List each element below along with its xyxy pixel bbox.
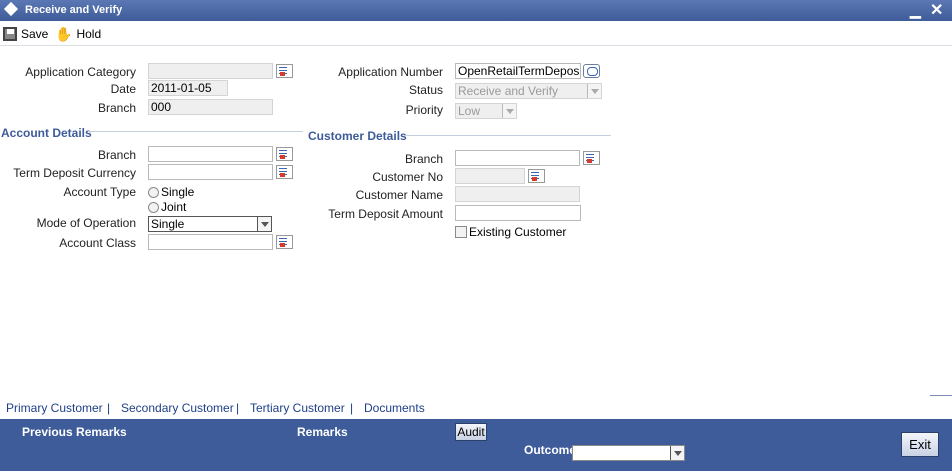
term-deposit-currency-lov-icon[interactable] — [276, 165, 293, 179]
date-field[interactable]: 2011-01-05 — [148, 80, 228, 96]
mode-of-operation-label: Mode of Operation — [36, 216, 136, 230]
customer-no-field[interactable] — [455, 168, 525, 184]
minimize-icon[interactable]: ▁ — [910, 2, 921, 19]
link-separator: | — [350, 401, 354, 415]
date-label: Date — [110, 82, 136, 96]
application-number-field[interactable]: OpenRetailTermDeposit6 — [455, 63, 581, 79]
window-titlebar: Receive and Verify ▁ ✕ — [0, 0, 952, 21]
term-deposit-currency-label: Term Deposit Currency — [13, 166, 136, 180]
primary-customer-link[interactable]: Primary Customer — [6, 401, 103, 415]
account-type-single-label: Single — [161, 185, 195, 199]
mode-of-operation-value: Single — [151, 217, 185, 231]
checkbox-box — [455, 226, 467, 238]
chevron-down-icon — [502, 104, 516, 118]
footer-bar: Previous Remarks Remarks Audit Outcome E… — [0, 419, 952, 471]
secondary-customer-link[interactable]: Secondary Customer — [121, 401, 234, 415]
section-divider — [404, 135, 611, 136]
outcome-label: Outcome — [524, 443, 577, 457]
account-class-lov-icon[interactable] — [276, 235, 293, 249]
exit-button[interactable]: Exit — [901, 432, 939, 457]
customer-branch-lov-icon[interactable] — [583, 151, 600, 165]
branch-field[interactable]: 000 — [148, 99, 273, 115]
save-label: Save — [21, 27, 49, 41]
remarks-label[interactable]: Remarks — [297, 425, 348, 439]
status-label: Status — [408, 83, 443, 97]
customer-no-lov-icon[interactable] — [528, 169, 545, 183]
chevron-down-icon — [670, 446, 684, 460]
audit-button[interactable]: Audit — [455, 423, 487, 441]
save-button[interactable]: Save — [3, 25, 48, 43]
chevron-down-icon — [257, 217, 271, 231]
application-category-field[interactable] — [148, 63, 273, 79]
close-icon[interactable]: ✕ — [930, 0, 943, 20]
divider-line — [930, 395, 952, 396]
customer-name-field[interactable] — [455, 186, 580, 202]
link-separator: | — [236, 401, 240, 415]
term-deposit-currency-field[interactable] — [148, 164, 273, 180]
term-deposit-amount-label: Term Deposit Amount — [328, 207, 443, 221]
previous-remarks-label[interactable]: Previous Remarks — [22, 425, 127, 439]
account-type-label: Account Type — [63, 185, 137, 199]
radio-circle — [148, 201, 159, 213]
application-number-lookup-icon[interactable] — [583, 64, 600, 78]
chevron-down-icon — [587, 84, 601, 98]
hold-label: Hold — [76, 27, 102, 41]
account-branch-lov-icon[interactable] — [276, 147, 293, 161]
floppy-disk-icon — [3, 27, 17, 41]
account-class-label: Account Class — [59, 236, 136, 250]
account-type-single-radio[interactable]: Single — [148, 185, 194, 199]
account-branch-field[interactable] — [148, 146, 273, 162]
application-number-label: Application Number — [338, 65, 443, 79]
app-diamond-icon — [3, 1, 19, 17]
customer-branch-field[interactable] — [455, 150, 580, 166]
existing-customer-checkbox[interactable]: Existing Customer — [455, 225, 566, 239]
customer-details-title: Customer Details — [308, 129, 407, 143]
status-select[interactable]: Receive and Verify — [455, 83, 602, 99]
branch-label: Branch — [97, 101, 136, 115]
section-divider — [88, 131, 303, 132]
existing-customer-label: Existing Customer — [469, 225, 567, 239]
customer-no-label: Customer No — [372, 170, 443, 184]
tertiary-customer-link[interactable]: Tertiary Customer — [250, 401, 345, 415]
hold-button[interactable]: ✋ Hold — [55, 25, 101, 43]
mode-of-operation-select[interactable]: Single — [148, 216, 272, 232]
documents-link[interactable]: Documents — [364, 401, 425, 415]
priority-select[interactable]: Low — [455, 103, 517, 119]
application-category-label: Application Category — [25, 65, 136, 79]
status-value: Receive and Verify — [458, 84, 559, 98]
term-deposit-amount-field[interactable] — [455, 205, 581, 221]
priority-label: Priority — [405, 103, 443, 117]
account-branch-label: Branch — [97, 148, 136, 162]
link-separator: | — [107, 401, 111, 415]
radio-circle — [148, 186, 159, 198]
customer-branch-label: Branch — [404, 152, 443, 166]
customer-tabs-bar: Primary Customer | Secondary Customer | … — [0, 398, 952, 418]
account-details-title: Account Details — [1, 126, 92, 140]
customer-name-label: Customer Name — [355, 188, 443, 202]
toolbar: Save ✋ Hold — [0, 21, 952, 46]
outcome-select[interactable] — [572, 445, 685, 461]
hand-icon: ✋ — [55, 26, 73, 42]
account-class-field[interactable] — [148, 234, 273, 250]
priority-value: Low — [458, 104, 481, 118]
account-type-joint-label: Joint — [161, 200, 187, 214]
account-type-joint-radio[interactable]: Joint — [148, 200, 186, 214]
application-category-lov-icon[interactable] — [276, 64, 293, 78]
window-title: Receive and Verify — [25, 4, 123, 16]
